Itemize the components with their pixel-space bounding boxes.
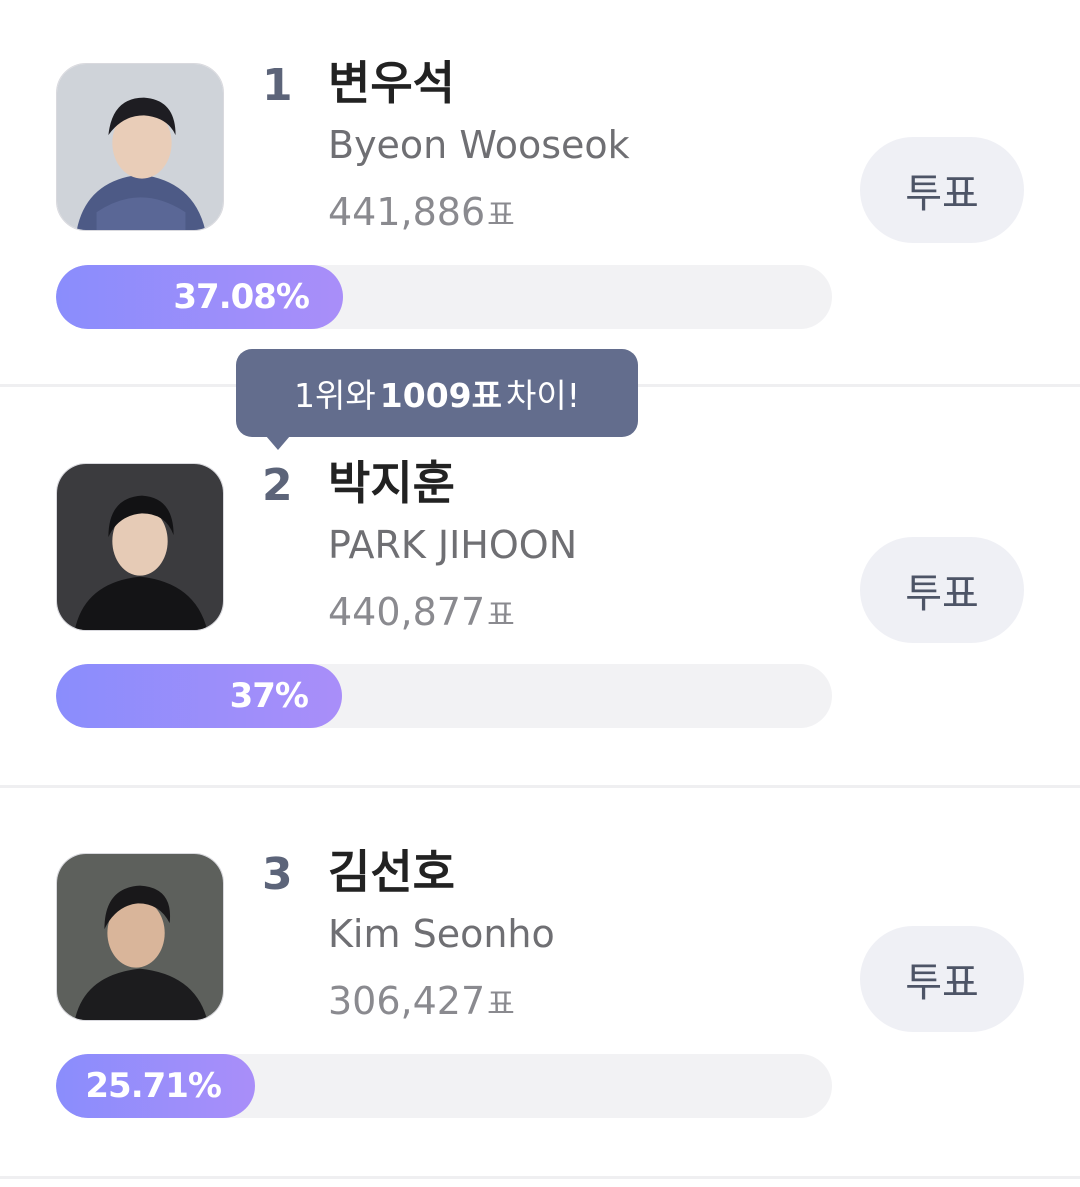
vote-progress-bar: 25.71%	[56, 1054, 832, 1118]
row-divider	[0, 1176, 1080, 1179]
rank-number: 2	[262, 460, 293, 511]
vote-count: 306,427표	[328, 982, 515, 1020]
vote-count-value: 440,877	[328, 590, 486, 634]
vote-count-value: 306,427	[328, 979, 486, 1023]
vote-unit: 표	[487, 198, 515, 233]
candidate-english-name: Byeon Wooseok	[328, 123, 630, 167]
vote-count: 441,886표	[328, 193, 515, 231]
tooltip-amount: 1009표	[379, 376, 502, 415]
candidate-row: 1 변우석 Byeon Wooseok 441,886표 투표 37.08%	[0, 0, 1080, 386]
person-photo-icon	[57, 464, 223, 630]
vote-progress-fill: 25.71%	[56, 1054, 255, 1118]
vote-count: 440,877표	[328, 593, 515, 631]
vote-button[interactable]: 투표	[860, 537, 1024, 643]
candidate-name: 박지훈	[328, 456, 455, 510]
candidate-name: 변우석	[328, 56, 455, 110]
vote-progress-fill: 37%	[56, 664, 342, 728]
candidate-name: 김선호	[328, 845, 455, 899]
vote-progress-fill: 37.08%	[56, 265, 343, 329]
person-photo-icon	[57, 64, 223, 230]
candidate-english-name: PARK JIHOON	[328, 523, 578, 567]
vote-percentage: 37%	[229, 676, 309, 716]
candidate-row: 2 박지훈 PARK JIHOON 440,877표 투표 37%	[0, 386, 1080, 786]
candidate-photo	[56, 463, 224, 631]
candidate-photo	[56, 63, 224, 231]
tooltip-pointer	[266, 436, 290, 450]
gap-tooltip: 1위와 1009표 차이!	[236, 349, 638, 437]
vote-count-value: 441,886	[328, 190, 486, 234]
vote-unit: 표	[487, 598, 515, 633]
tooltip-prefix: 1위와	[294, 376, 376, 415]
rank-number: 3	[262, 849, 293, 900]
tooltip-suffix: 차이!	[505, 376, 580, 415]
vote-progress-bar: 37.08%	[56, 265, 832, 329]
vote-percentage: 37.08%	[173, 277, 310, 317]
vote-button[interactable]: 투표	[860, 137, 1024, 243]
vote-progress-bar: 37%	[56, 664, 832, 728]
vote-unit: 표	[487, 987, 515, 1022]
vote-percentage: 25.71%	[85, 1066, 222, 1106]
candidate-row: 3 김선호 Kim Seonho 306,427표 투표 25.71%	[0, 787, 1080, 1179]
vote-button[interactable]: 투표	[860, 926, 1024, 1032]
candidate-english-name: Kim Seonho	[328, 912, 555, 956]
rank-number: 1	[262, 60, 293, 111]
person-photo-icon	[57, 854, 223, 1020]
candidate-photo	[56, 853, 224, 1021]
